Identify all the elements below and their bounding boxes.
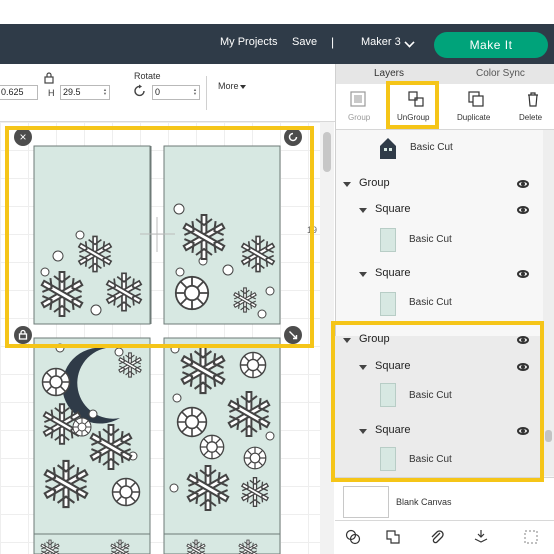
group-caret-icon[interactable]: [343, 182, 351, 187]
basic-cut-label: Basic Cut: [409, 297, 452, 308]
square-thumbnail: [380, 383, 396, 407]
header-separator: |: [331, 35, 335, 49]
lock-handle-icon[interactable]: [14, 326, 32, 344]
panel-bottom-right: [163, 337, 281, 545]
make-it-button[interactable]: Make It: [434, 32, 548, 58]
weld-icon[interactable]: [385, 529, 401, 545]
group-label[interactable]: Group: [359, 333, 390, 345]
panel-tabs: Layers Color Sync: [336, 64, 554, 84]
delete-handle-icon[interactable]: ×: [14, 128, 32, 146]
square-thumbnail: [380, 292, 396, 316]
canvas-artwork: [33, 145, 281, 554]
duplicate-tool-label[interactable]: Duplicate: [457, 113, 490, 122]
square-caret-icon[interactable]: [359, 429, 367, 434]
width-input[interactable]: 0.625: [0, 85, 38, 100]
layers-scrollbar[interactable]: [543, 130, 554, 476]
slice-icon[interactable]: [345, 529, 361, 545]
rotate-input[interactable]: 0 ▲ ▼: [152, 85, 200, 100]
canvas-scrollbar[interactable]: [320, 122, 334, 554]
canvas-scroll-thumb[interactable]: [323, 132, 331, 172]
ungroup-icon[interactable]: [407, 90, 425, 108]
blank-canvas-thumbnail[interactable]: [343, 486, 389, 518]
design-canvas[interactable]: × 19: [0, 122, 320, 554]
rotate-value: 0: [155, 87, 161, 97]
square-caret-icon[interactable]: [359, 365, 367, 370]
ruler-number: 19: [307, 225, 318, 235]
rotate-icon: [134, 84, 145, 97]
panel-top-right: [163, 145, 281, 325]
rotate-label: Rotate: [134, 71, 161, 81]
toolbar-divider: [206, 76, 207, 110]
height-value: 29.5: [63, 87, 81, 97]
height-input[interactable]: 29.5 ▲ ▼: [60, 85, 110, 100]
top-bar: My Projects Save | Maker 3 Make It: [0, 24, 554, 64]
square-label[interactable]: Square: [375, 203, 410, 215]
eye-icon[interactable]: [517, 270, 529, 278]
eye-icon[interactable]: [517, 363, 529, 371]
edit-toolbar: 0.625 H 29.5 ▲ ▼ Rotate 0 ▲ ▼ More: [0, 64, 335, 122]
eye-icon[interactable]: [517, 206, 529, 214]
tab-layers[interactable]: Layers: [374, 68, 404, 79]
machine-selector[interactable]: Maker 3: [361, 36, 401, 48]
layer-tools: Group UnGroup Duplicate Delete: [336, 84, 554, 130]
contour-icon[interactable]: [523, 529, 539, 545]
more-caret-icon[interactable]: [240, 85, 246, 89]
group-label[interactable]: Group: [359, 177, 390, 189]
group-icon[interactable]: [349, 90, 367, 108]
attach-icon[interactable]: [429, 528, 445, 546]
eye-icon[interactable]: [517, 180, 529, 188]
flatten-icon[interactable]: [473, 528, 489, 546]
square-caret-icon[interactable]: [359, 272, 367, 277]
rotate-stepper-icon[interactable]: ▲ ▼: [193, 88, 197, 96]
square-caret-icon[interactable]: [359, 208, 367, 213]
lock-icon[interactable]: [44, 72, 54, 84]
square-label[interactable]: Square: [375, 360, 410, 372]
house-thumbnail: [380, 138, 396, 159]
save-button[interactable]: Save: [292, 36, 317, 48]
square-thumbnail: [380, 228, 396, 252]
eye-icon[interactable]: [517, 427, 529, 435]
panel-bottom-left: [33, 337, 151, 545]
duplicate-icon[interactable]: [467, 90, 485, 108]
trash-icon[interactable]: [524, 90, 542, 108]
chevron-down-icon[interactable]: [404, 37, 415, 48]
ungroup-tool-label[interactable]: UnGroup: [397, 113, 429, 122]
square-label[interactable]: Square: [375, 424, 410, 436]
rotate-handle-icon[interactable]: [284, 128, 302, 146]
height-label: H: [48, 88, 55, 98]
bottom-toolbar: [335, 520, 554, 554]
height-stepper-icon[interactable]: ▲ ▼: [103, 88, 107, 96]
panel-top-left: [33, 145, 151, 325]
tab-color-sync[interactable]: Color Sync: [476, 68, 525, 79]
group-caret-icon[interactable]: [343, 338, 351, 343]
basic-cut-label: Basic Cut: [409, 454, 452, 465]
blank-canvas-label: Blank Canvas: [396, 497, 452, 507]
my-projects-link[interactable]: My Projects: [220, 36, 277, 48]
layers-scroll-thumb[interactable]: [545, 430, 552, 442]
width-value: 0.625: [1, 87, 24, 97]
delete-tool-label[interactable]: Delete: [519, 113, 542, 122]
basic-cut-label: Basic Cut: [409, 390, 452, 401]
more-menu[interactable]: More: [218, 81, 239, 91]
resize-handle-icon[interactable]: [284, 326, 302, 344]
square-label[interactable]: Square: [375, 267, 410, 279]
group-tool-label[interactable]: Group: [348, 113, 370, 122]
basic-cut-label: Basic Cut: [409, 234, 452, 245]
eye-icon[interactable]: [517, 336, 529, 344]
square-thumbnail: [380, 447, 396, 471]
layer-basic-cut-label: Basic Cut: [410, 142, 453, 153]
